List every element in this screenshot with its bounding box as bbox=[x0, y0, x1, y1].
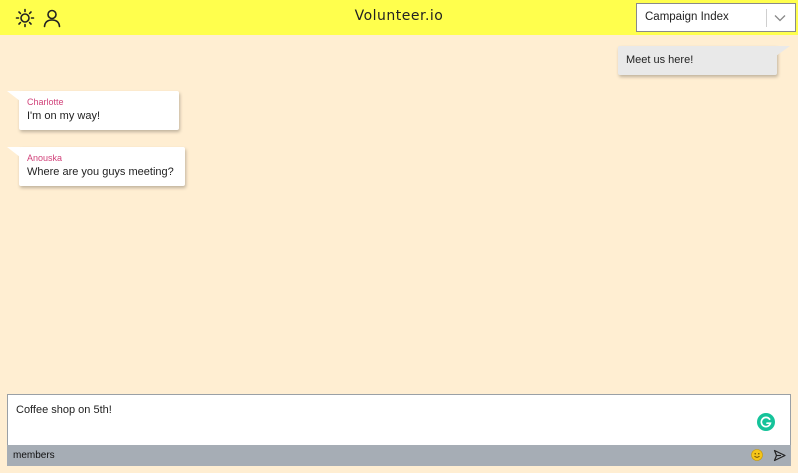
message-input[interactable]: Coffee shop on 5th! bbox=[16, 403, 736, 437]
bubble-tail bbox=[7, 91, 20, 101]
dropdown-divider bbox=[766, 9, 767, 27]
chat-message-own: Meet us here! bbox=[618, 46, 790, 75]
campaign-select[interactable]: Campaign Index bbox=[636, 3, 796, 32]
message-text: Where are you guys meeting? bbox=[27, 166, 174, 178]
emoji-icon[interactable] bbox=[751, 449, 763, 461]
message-composer: Coffee shop on 5th! bbox=[7, 394, 791, 445]
bubble-tail bbox=[7, 147, 20, 157]
chat-message: Charlotte I'm on my way! bbox=[7, 91, 179, 130]
message-sender: Anouska bbox=[27, 153, 63, 163]
send-icon[interactable] bbox=[773, 449, 786, 462]
chevron-down-icon[interactable] bbox=[773, 12, 787, 24]
message-sender: Charlotte bbox=[27, 97, 64, 107]
chat-app: Volunteer.io Campaign Index Meet us here… bbox=[0, 0, 798, 473]
members-label[interactable]: members bbox=[13, 450, 55, 461]
campaign-select-value: Campaign Index bbox=[645, 11, 729, 23]
chat-message: Anouska Where are you guys meeting? bbox=[7, 147, 185, 186]
message-text: I'm on my way! bbox=[27, 110, 101, 122]
bubble-tail bbox=[776, 46, 790, 56]
top-bar: Volunteer.io Campaign Index bbox=[0, 0, 798, 35]
composer-footer: members bbox=[7, 445, 791, 466]
message-text: Meet us here! bbox=[626, 54, 694, 66]
grammarly-icon[interactable] bbox=[757, 413, 775, 431]
